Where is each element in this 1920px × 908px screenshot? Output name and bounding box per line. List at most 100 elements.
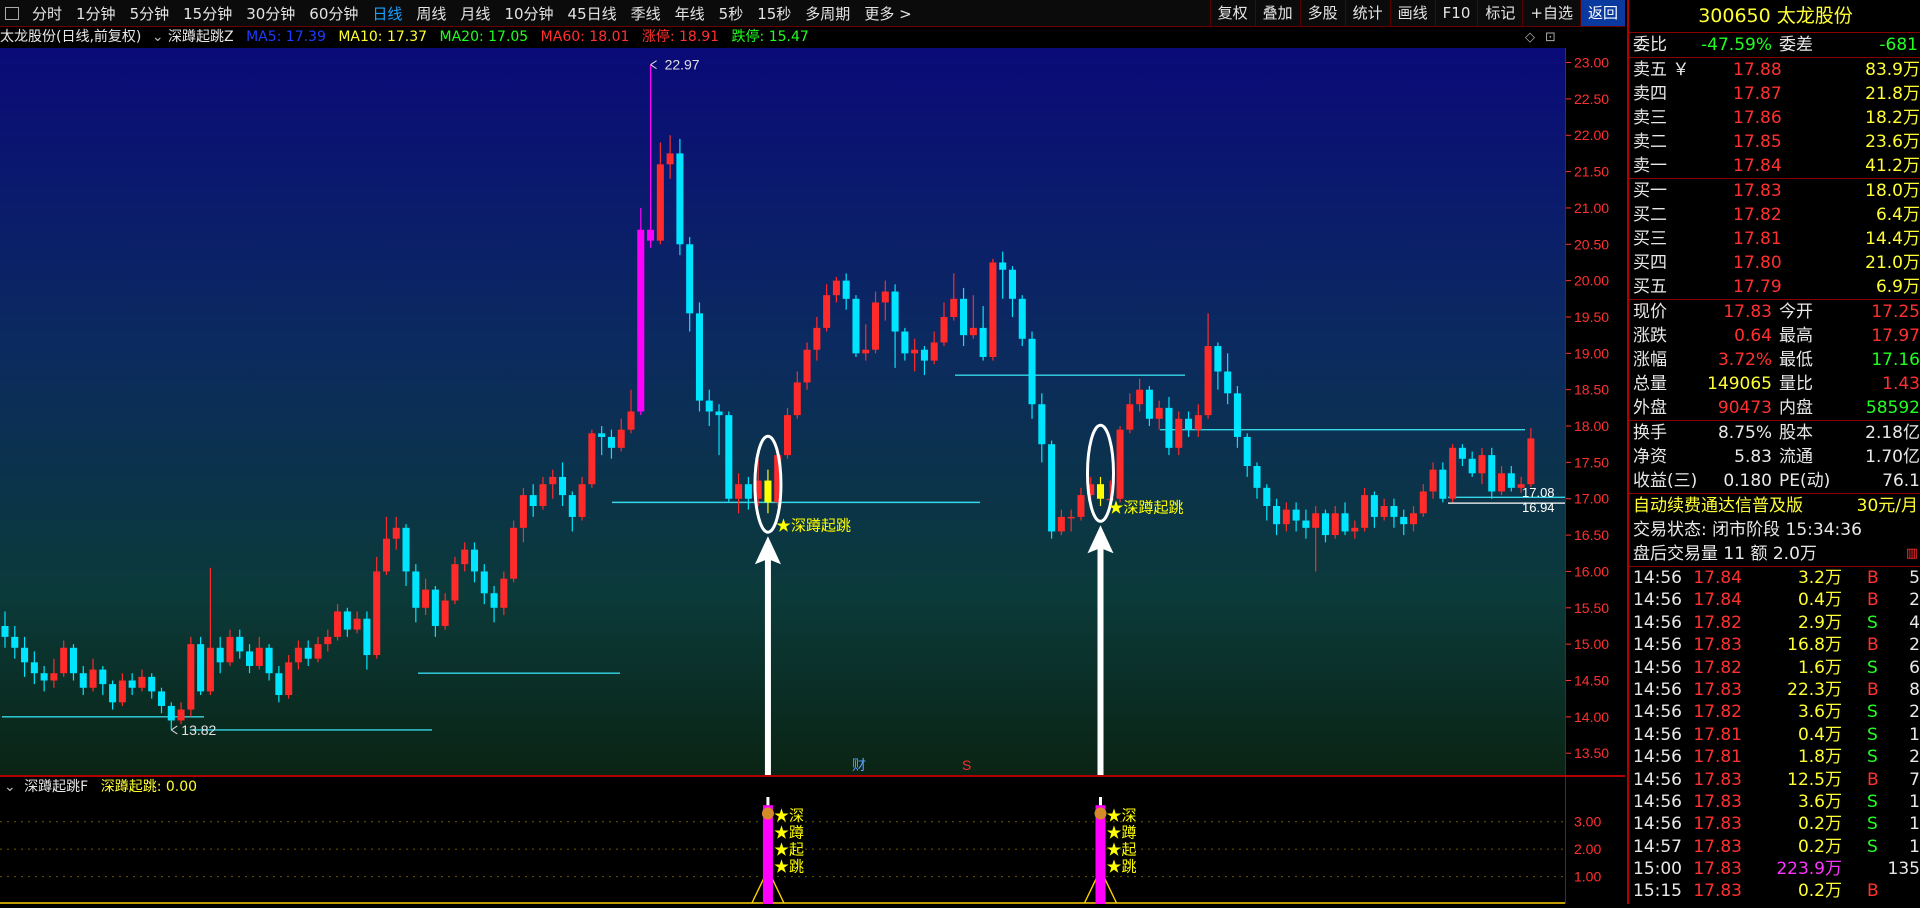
indicator-dropdown-icon[interactable]: ⌄ [152, 29, 164, 45]
kline-chart[interactable]: 22.97 13.82 17.08 16.94 ★深蹲起跳 ★深蹲起跳财 S [0, 48, 1565, 775]
stat-row: 涨幅 3.72% 最低 17.16 [1629, 348, 1920, 372]
candle-body [940, 316, 948, 343]
tick-list[interactable]: 14:56 17.84 3.2万 B 5 14:56 17.84 0.4万 B 2 14:56 17.… [1629, 567, 1920, 903]
tick-price: 17.82 [1693, 657, 1742, 678]
book-volume: 83.9万 [1865, 60, 1920, 80]
stat-value: 17.83 [1723, 302, 1772, 322]
period-tab[interactable]: 日线 [365, 3, 409, 24]
period-tab[interactable]: 更多 > [857, 3, 918, 24]
price-axis-label: 15.00 [1574, 636, 1609, 652]
tool-button[interactable]: 复权 [1209, 0, 1255, 26]
ad-price: 30元/月 [1856, 496, 1918, 516]
sub-indicator-name[interactable]: 深蹲起跳F [24, 779, 88, 795]
tick-count: 1 [1909, 836, 1920, 857]
ad-text[interactable]: 自动续费通达信普及版 [1633, 494, 1803, 518]
candle-body [1351, 527, 1359, 532]
indicator-name[interactable]: 深蹲起跳Z [168, 29, 234, 45]
tick-row[interactable]: 14:56 17.84 0.4万 B 2 [1629, 589, 1920, 611]
tick-row[interactable]: 14:56 17.84 3.2万 B 5 [1629, 567, 1920, 589]
sub-signal-char: ★深 [1107, 807, 1137, 824]
period-tab[interactable]: 15秒 [750, 3, 798, 24]
candle-body [1057, 516, 1065, 532]
sub-signal-char: ★蹲 [1107, 824, 1137, 841]
price-axis-label: 13.50 [1574, 745, 1609, 761]
period-tab[interactable]: 月线 [453, 3, 497, 24]
tool-button[interactable]: 统计 [1344, 0, 1390, 26]
candle-body [265, 647, 273, 674]
tick-volume: 0.4万 [1797, 590, 1842, 611]
period-tab[interactable]: 季线 [624, 3, 668, 24]
period-tab[interactable]: 10分钟 [497, 3, 560, 24]
candle-body [950, 298, 958, 317]
period-tab[interactable]: 15分钟 [176, 3, 239, 24]
window-icon[interactable]: ⊡ [1545, 27, 1556, 48]
layout-menu-icon[interactable] [5, 6, 19, 20]
price-axis-label: 23.00 [1574, 55, 1609, 71]
price-axis-label: 22.00 [1574, 127, 1609, 143]
candle-body [999, 262, 1007, 270]
tick-row[interactable]: 15:00 17.83 223.9万 135 [1629, 858, 1920, 880]
tick-row[interactable]: 14:56 17.83 3.6万 S 1 [1629, 791, 1920, 813]
tick-row[interactable]: 14:56 17.82 3.6万 S 2 [1629, 701, 1920, 723]
stat-row: 收益(三) 0.180 PE(动) 76.1 [1629, 469, 1920, 493]
candle-body [382, 538, 390, 572]
period-tab[interactable]: 5秒 [712, 3, 751, 24]
period-tab[interactable]: 多周期 [798, 3, 857, 24]
sub-indicator-svg: ★深★蹲★起★跳★深★蹲★起★跳 [0, 797, 1565, 904]
candle-body [118, 680, 126, 703]
candle-body [832, 280, 840, 296]
candle-body [304, 647, 312, 659]
tool-button[interactable]: 画线 [1389, 0, 1435, 26]
money-bag-icon [761, 807, 774, 820]
tick-row[interactable]: 14:56 17.83 0.2万 S 1 [1629, 813, 1920, 835]
tick-row[interactable]: 14:56 17.82 1.6万 S 6 [1629, 657, 1920, 679]
tick-count: 2 [1909, 590, 1920, 611]
period-tab[interactable]: 分时 [25, 3, 69, 24]
tick-row[interactable]: 14:56 17.83 12.5万 B 7 [1629, 769, 1920, 791]
tick-count: 1 [1909, 724, 1920, 745]
last-high-label: 17.08 [1522, 485, 1555, 500]
candle-body [1507, 473, 1515, 488]
period-tab[interactable]: 30分钟 [239, 3, 302, 24]
candle-body [1478, 455, 1486, 474]
period-tab[interactable]: 年线 [668, 3, 712, 24]
period-tab[interactable]: 1分钟 [69, 3, 123, 24]
expand-icon[interactable]: ▥ [1906, 542, 1918, 566]
pin-icon[interactable]: ◇ [1525, 27, 1535, 48]
tick-row[interactable]: 14:57 17.83 0.2万 S 1 [1629, 836, 1920, 858]
book-row: 买五 17.79 6.9万 [1629, 275, 1920, 299]
tick-row[interactable]: 14:56 17.82 2.9万 S 4 [1629, 612, 1920, 634]
tool-button[interactable]: 叠加 [1254, 0, 1300, 26]
tool-button[interactable]: F10 [1434, 0, 1478, 26]
sub-indicator-chart[interactable]: ★深 ★蹲 ★起 ★跳 ★深 ★蹲 ★起 ★跳 [0, 797, 1565, 904]
candle-body [1273, 506, 1281, 525]
tool-button[interactable]: 标记 [1477, 0, 1522, 26]
sub-signal-char: ★起 [774, 841, 804, 858]
period-tab[interactable]: 45日线 [561, 3, 624, 24]
tool-button[interactable]: 返回 [1579, 0, 1625, 26]
tick-row[interactable]: 15:15 17.83 0.2万 B [1629, 880, 1920, 902]
tick-volume: 3.2万 [1797, 568, 1842, 588]
sub-indicator-dropdown-icon[interactable]: ⌄ [4, 779, 16, 795]
candle-body [803, 349, 811, 383]
book-price: 17.82 [1733, 205, 1782, 225]
ad-row[interactable]: 自动续费通达信普及版 30元/月 [1629, 494, 1920, 518]
tool-button[interactable]: +自选 [1522, 0, 1580, 26]
candle-body [334, 611, 342, 637]
stat-value: 2.18亿 [1865, 423, 1920, 443]
book-row: 卖三 17.86 18.2万 [1629, 106, 1920, 130]
tool-button[interactable]: 多股 [1299, 0, 1345, 26]
candle-body [69, 647, 77, 674]
period-tab[interactable]: 60分钟 [302, 3, 365, 24]
book-price: 17.80 [1733, 253, 1782, 273]
tick-row[interactable]: 14:56 17.81 0.4万 S 1 [1629, 724, 1920, 746]
tick-row[interactable]: 14:56 17.83 22.3万 B 8 [1629, 679, 1920, 701]
tick-price: 17.83 [1693, 814, 1742, 835]
candle-body [314, 644, 322, 659]
sub-indicator-line: ⌄ 深蹲起跳F 深蹲起跳: 0.00 [0, 777, 1625, 797]
tick-row[interactable]: 14:56 17.81 1.8万 S 2 [1629, 746, 1920, 768]
period-tab[interactable]: 5分钟 [123, 3, 177, 24]
tick-time: 15:15 [1633, 881, 1682, 902]
period-tab[interactable]: 周线 [409, 3, 453, 24]
tick-row[interactable]: 14:56 17.83 16.8万 B 2 [1629, 634, 1920, 656]
